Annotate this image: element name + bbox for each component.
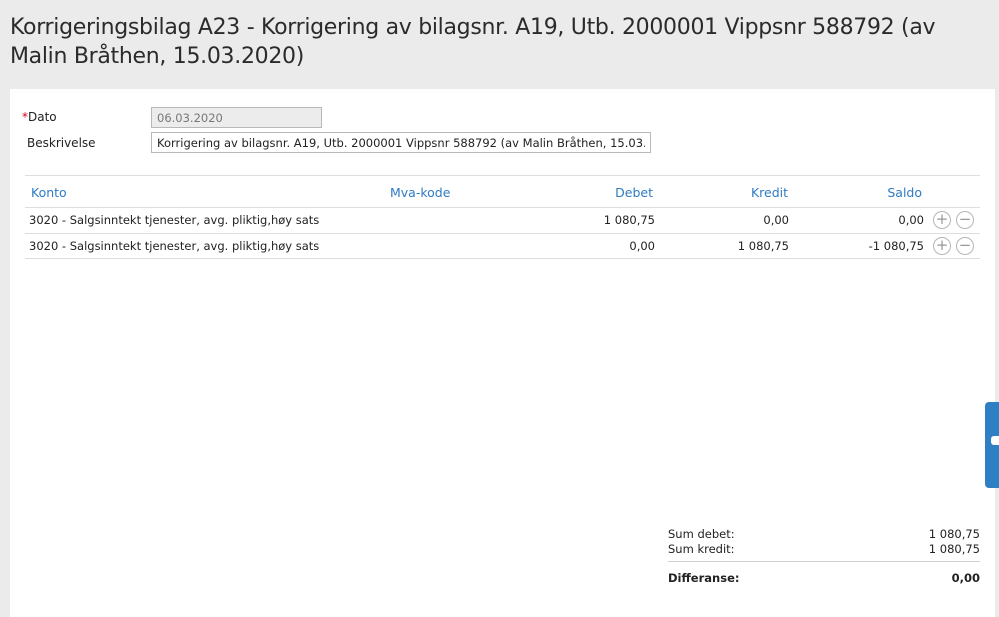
row-debit[interactable]: 1 080,75 — [555, 213, 655, 227]
add-row-icon[interactable]: + — [933, 237, 951, 255]
row-credit[interactable]: 1 080,75 — [689, 239, 789, 253]
column-header-vat-code[interactable]: Mva-kode — [390, 185, 450, 200]
column-header-balance[interactable]: Saldo — [822, 185, 922, 200]
column-header-debit[interactable]: Debet — [553, 185, 653, 200]
speech-bubble-icon — [991, 436, 999, 445]
date-field[interactable] — [151, 107, 322, 128]
column-header-credit[interactable]: Kredit — [688, 185, 788, 200]
row-credit[interactable]: 0,00 — [689, 213, 789, 227]
sum-debit-label: Sum debet: — [668, 527, 735, 541]
row-account[interactable]: 3020 - Salgsinntekt tjenester, avg. plik… — [29, 239, 319, 253]
sum-credit-value: 1 080,75 — [928, 542, 980, 556]
sum-debit-value: 1 080,75 — [928, 527, 980, 541]
summary-divider — [668, 561, 980, 562]
date-label-text: Dato — [28, 110, 57, 124]
voucher-panel: *Dato Beskrivelse Konto Mva-kode Debet K… — [10, 89, 995, 617]
remove-row-icon[interactable]: − — [956, 237, 974, 255]
divider — [25, 175, 980, 176]
date-label: *Dato — [22, 110, 57, 124]
sum-credit-label: Sum kredit: — [668, 542, 735, 556]
row-balance: -1 080,75 — [868, 239, 924, 253]
description-field[interactable] — [151, 132, 651, 153]
difference-label: Differanse: — [668, 571, 740, 585]
difference-value: 0,00 — [951, 571, 980, 585]
remove-row-icon[interactable]: − — [956, 211, 974, 229]
page-title: Korrigeringsbilag A23 - Korrigering av b… — [10, 15, 936, 69]
feedback-tab[interactable] — [985, 402, 999, 488]
add-row-icon[interactable]: + — [933, 211, 951, 229]
row-balance: 0,00 — [898, 213, 924, 227]
row-divider — [25, 233, 980, 234]
row-account[interactable]: 3020 - Salgsinntekt tjenester, avg. plik… — [29, 213, 319, 227]
row-debit[interactable]: 0,00 — [555, 239, 655, 253]
row-divider — [25, 258, 980, 259]
column-header-account[interactable]: Konto — [31, 185, 67, 200]
table-header-divider — [25, 207, 980, 208]
description-label: Beskrivelse — [27, 136, 96, 150]
